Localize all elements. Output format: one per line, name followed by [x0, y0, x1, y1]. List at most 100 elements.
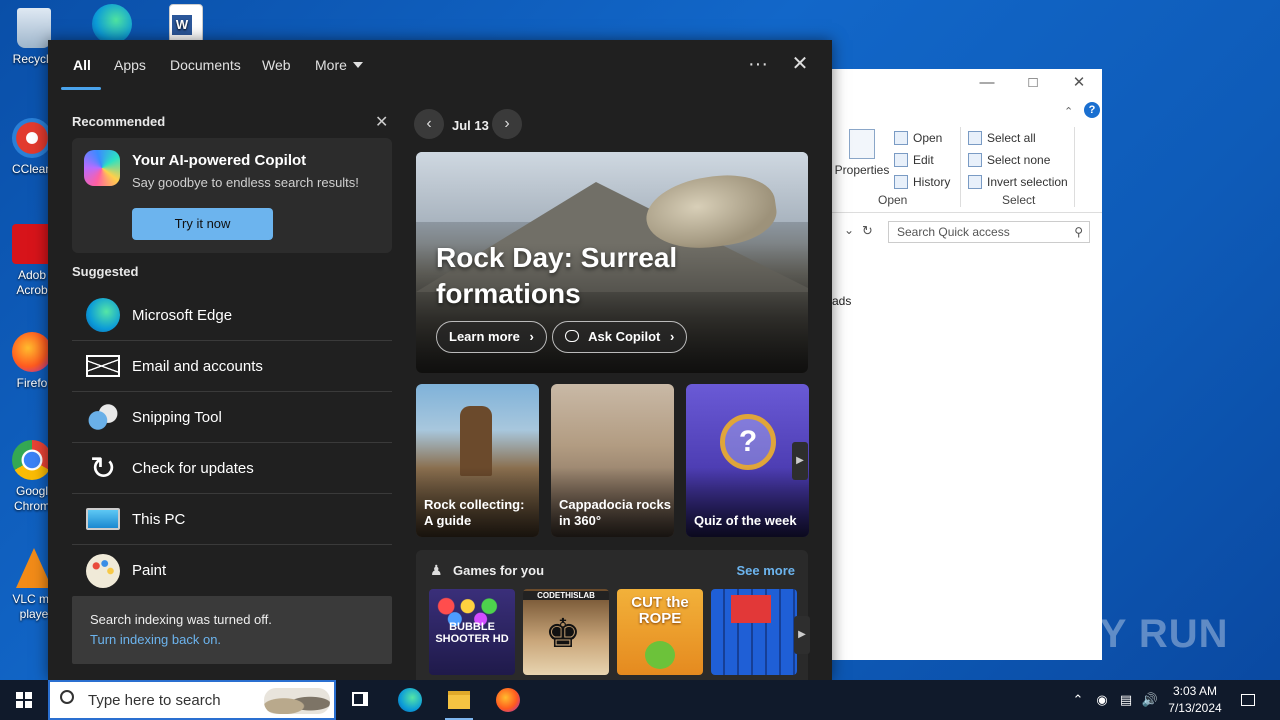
- minimize-button[interactable]: —: [972, 73, 1002, 93]
- highlight-date: Jul 13: [452, 118, 489, 133]
- invert-selection-button[interactable]: Invert selection: [968, 171, 1068, 193]
- show-hidden-icons-button[interactable]: ⌃: [1068, 680, 1088, 720]
- tiles-scroll-right-button[interactable]: ▶: [792, 442, 808, 480]
- game-cut-the-rope[interactable]: CUT the ROPE: [617, 589, 703, 675]
- taskbar-clock[interactable]: 3:03 AM 7/13/2024: [1160, 683, 1230, 717]
- recommendation-subtitle: Say goodbye to endless search results!: [132, 175, 359, 190]
- taskbar-file-explorer[interactable]: [435, 680, 483, 720]
- edge-icon: [92, 4, 132, 44]
- search-icon: [60, 690, 74, 704]
- open-group-label: Open: [878, 193, 908, 207]
- taskbar-firefox[interactable]: [484, 680, 532, 720]
- properties-button[interactable]: Properties: [834, 163, 890, 177]
- address-bar-row: ⌄ ↻ Search Quick access ⚲: [832, 221, 1102, 245]
- turn-indexing-on-link[interactable]: Turn indexing back on.: [90, 632, 221, 647]
- tab-more[interactable]: More: [315, 57, 363, 73]
- taskbar-edge[interactable]: [386, 680, 434, 720]
- watermark: ANY RUN: [1040, 612, 1229, 656]
- select-none-button[interactable]: Select none: [968, 149, 1068, 171]
- tile-cappadocia-rocks[interactable]: Cappadocia rocks in 360°: [551, 384, 674, 537]
- search-tabs: All Apps Documents Web More ··· ✕: [48, 40, 832, 90]
- acrobat-icon: [12, 224, 52, 264]
- chevron-right-icon: ›: [529, 329, 534, 344]
- history-button[interactable]: History: [894, 171, 950, 193]
- network-icon[interactable]: ▤: [1116, 680, 1136, 720]
- game-bubble-shooter[interactable]: BUBBLE SHOOTER HD: [429, 589, 515, 675]
- more-options-button[interactable]: ···: [743, 52, 773, 78]
- taskbar-search-placeholder: Type here to search: [88, 692, 221, 709]
- ribbon-collapse-icon[interactable]: ⌃: [1064, 105, 1073, 118]
- notifications-button[interactable]: [1236, 680, 1260, 720]
- recycle-bin-icon: [17, 8, 51, 48]
- suggested-item-snipping-tool[interactable]: Snipping Tool: [72, 392, 392, 443]
- palette-icon: [86, 553, 120, 588]
- refresh-icon[interactable]: ↻: [862, 223, 873, 239]
- suggested-item-this-pc[interactable]: This PC: [72, 494, 392, 545]
- suggested-item-label: Microsoft Edge: [132, 306, 233, 324]
- hiker-image: [460, 406, 492, 476]
- mail-icon: [86, 355, 120, 377]
- indexing-notice-text: Search indexing was turned off.: [90, 612, 272, 627]
- chevron-right-icon: ›: [670, 329, 675, 344]
- tab-web[interactable]: Web: [262, 57, 291, 73]
- volume-icon[interactable]: 🔊: [1140, 680, 1160, 720]
- tab-all[interactable]: All: [73, 57, 91, 73]
- taskbar: Type here to search ⌃ ◉ ▤ 🔊 3:03 AM 7/13…: [0, 680, 1280, 720]
- file-explorer-window: — □ ✕ ⌃ ? Properties Open Edit History O…: [832, 69, 1102, 660]
- copilot-icon: [84, 150, 120, 186]
- tile-quiz-of-the-week[interactable]: ? Quiz of the week: [686, 384, 809, 537]
- close-button[interactable]: ✕: [1064, 73, 1094, 93]
- ask-copilot-button[interactable]: Ask Copilot ›: [552, 321, 688, 353]
- select-all-button[interactable]: Select all: [968, 127, 1068, 149]
- previous-day-button[interactable]: ‹: [414, 109, 444, 139]
- scissors-icon: [86, 400, 120, 434]
- suggested-item-email-and-accounts[interactable]: Email and accounts: [72, 341, 392, 392]
- tile-label: Rock collecting: A guide: [424, 497, 525, 528]
- taskbar-search-box[interactable]: Type here to search: [48, 680, 336, 720]
- try-it-now-button[interactable]: Try it now: [132, 208, 273, 240]
- games-scroll-right-button[interactable]: ▶: [794, 616, 810, 654]
- folder-icon: [448, 691, 470, 709]
- firefox-icon: [496, 688, 520, 712]
- chat-icon: [565, 330, 579, 342]
- tab-documents[interactable]: Documents: [170, 57, 241, 73]
- red-blocks-image: [731, 595, 771, 623]
- close-search-button[interactable]: ✕: [785, 52, 815, 78]
- suggested-item-paint[interactable]: Paint: [72, 545, 392, 596]
- copilot-recommendation-card: Your AI-powered Copilot Say goodbye to e…: [72, 138, 392, 253]
- tab-more-label: More: [315, 57, 347, 73]
- explorer-ribbon: Properties Open Edit History Open Select…: [832, 121, 1102, 213]
- tile-rock-collecting[interactable]: Rock collecting: A guide: [416, 384, 539, 537]
- learn-more-button[interactable]: Learn more ›: [436, 321, 547, 353]
- maximize-button[interactable]: □: [1018, 73, 1048, 93]
- tab-apps[interactable]: Apps: [114, 57, 146, 73]
- game-blocks[interactable]: [711, 589, 797, 675]
- tile-label: Quiz of the week: [694, 513, 797, 528]
- hero-highlight-card[interactable]: Rock Day: Surreal formations Learn more …: [416, 152, 808, 373]
- hero-title: Rock Day: Surreal formations: [436, 242, 678, 309]
- firefox-icon: [12, 332, 52, 372]
- refresh-icon: ↻: [89, 450, 117, 486]
- see-more-link[interactable]: See more: [736, 563, 795, 578]
- game-chess[interactable]: CODETHISLAB ♚: [523, 589, 609, 675]
- suggested-item-microsoft-edge[interactable]: Microsoft Edge: [72, 290, 392, 341]
- dismiss-recommended-button[interactable]: ✕: [375, 112, 388, 132]
- meet-now-icon[interactable]: ◉: [1092, 680, 1112, 720]
- chrome-icon: [12, 440, 52, 480]
- history-dropdown-icon[interactable]: ⌄: [844, 223, 854, 237]
- history-icon: [894, 175, 908, 189]
- recommended-heading: Recommended: [72, 114, 166, 129]
- windows-logo-icon: [16, 692, 32, 708]
- suggested-item-check-for-updates[interactable]: ↻ Check for updates: [72, 443, 392, 494]
- edge-icon: [86, 298, 120, 332]
- next-day-button[interactable]: ›: [492, 109, 522, 139]
- notification-icon: [1241, 694, 1255, 706]
- task-view-button[interactable]: [336, 680, 384, 720]
- search-quick-access-input[interactable]: Search Quick access ⚲: [888, 221, 1090, 243]
- help-icon[interactable]: ?: [1084, 102, 1100, 118]
- clock-time: 3:03 AM: [1172, 684, 1218, 698]
- open-button[interactable]: Open: [894, 127, 950, 149]
- suggested-item-label: This PC: [132, 510, 186, 528]
- edit-button[interactable]: Edit: [894, 149, 950, 171]
- start-button[interactable]: [0, 680, 48, 720]
